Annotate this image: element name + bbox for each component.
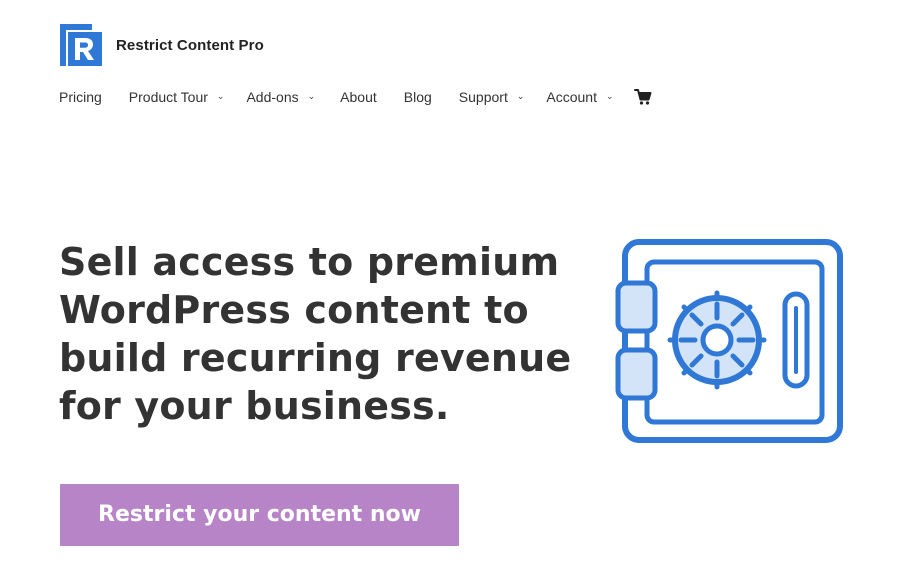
nav-item-product-tour[interactable]: Product Tour ⌄: [129, 89, 225, 105]
nav-item-label: About: [340, 89, 377, 105]
hero-title: Sell access to premium WordPress content…: [59, 238, 599, 430]
rcp-logo-icon: [60, 24, 102, 66]
hero-title-line: for your business.: [59, 384, 450, 428]
nav-item-label: Pricing: [59, 89, 102, 105]
brand-logo[interactable]: Restrict Content Pro: [59, 23, 264, 67]
nav-item-label: Support: [458, 89, 508, 105]
chevron-down-icon: ⌄: [307, 90, 316, 101]
nav-item-label: Account: [546, 89, 597, 105]
hero-title-line: build recurring revenue: [59, 336, 572, 380]
cart-icon[interactable]: [633, 88, 652, 106]
nav-item-blog[interactable]: Blog: [404, 89, 432, 105]
restrict-content-cta-button[interactable]: Restrict your content now: [60, 484, 459, 546]
nav-item-support[interactable]: Support ⌄: [459, 89, 525, 105]
nav-item-label: Blog: [403, 89, 432, 105]
nav-item-about[interactable]: About: [340, 89, 377, 105]
nav-item-label: Product Tour: [128, 89, 208, 105]
hero-title-line: WordPress content to: [59, 288, 529, 332]
brand-name: Restrict Content Pro: [116, 36, 264, 54]
nav-item-label: Add-ons: [246, 89, 299, 105]
chevron-down-icon: ⌄: [516, 90, 525, 101]
safe-icon: [615, 239, 843, 443]
hero-title-line: Sell access to premium: [59, 240, 560, 284]
nav-item-pricing[interactable]: Pricing: [59, 89, 102, 105]
nav-item-account[interactable]: Account ⌄: [546, 89, 613, 105]
chevron-down-icon: ⌄: [216, 90, 225, 101]
chevron-down-icon: ⌄: [605, 90, 614, 101]
nav-item-add-ons[interactable]: Add-ons ⌄: [246, 89, 315, 105]
main-nav: Pricing Product Tour ⌄ Add-ons ⌄ About B…: [59, 86, 652, 108]
